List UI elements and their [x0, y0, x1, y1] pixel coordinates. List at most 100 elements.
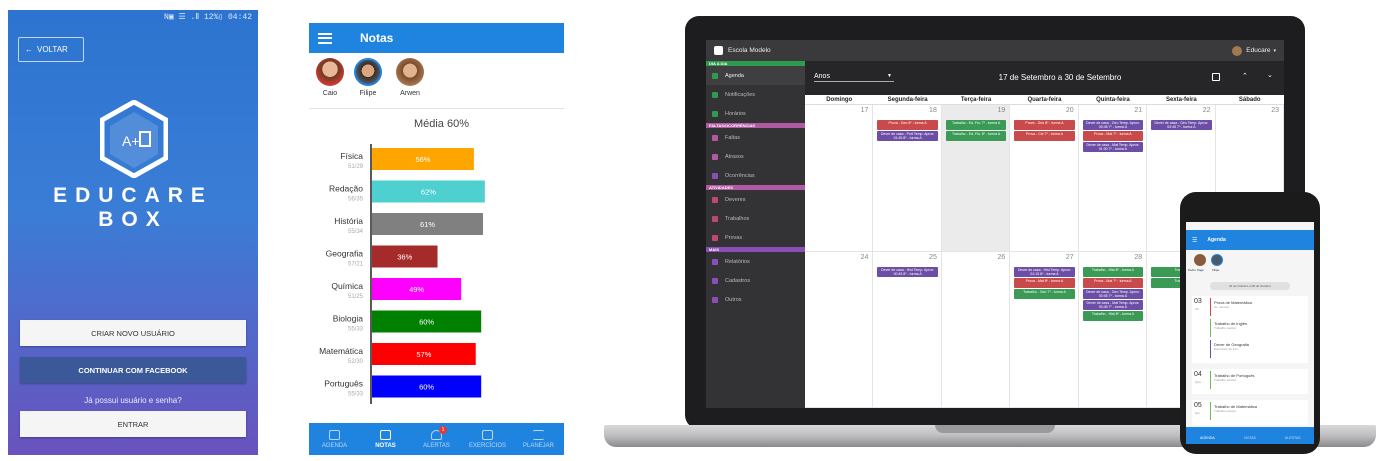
agenda-day-row: 04 Qua Trabalho de Português Trabalho parci…: [1192, 369, 1308, 394]
calendar-event[interactable]: Trabalho - Geo 7º - turma A: [1014, 289, 1075, 299]
calendar-event[interactable]: Dever de casa - Port Temp. Aprox: 01:45 …: [877, 131, 938, 141]
agenda-item-subtitle: Trabalho parcial: [1214, 409, 1236, 413]
calendar-event[interactable]: Dever de casa - Hist Temp. Aprox: 00:45 …: [877, 267, 938, 277]
calendar-event[interactable]: Prova - Geo 8º - turma A: [1014, 120, 1075, 130]
agenda-item[interactable]: Dever de Geografia Exercícios do livro: [1210, 340, 1304, 358]
mobile-title: Agenda: [1207, 237, 1226, 243]
account-question: Já possui usuário e senha?: [84, 396, 182, 405]
back-button[interactable]: ← VOLTAR: [18, 37, 84, 62]
chart-value-label: 49%: [409, 285, 424, 294]
sidebar-item-outros[interactable]: Outros: [706, 290, 805, 309]
sidebar-item-deveres[interactable]: Deveres: [706, 190, 805, 209]
sidebar-item-agenda[interactable]: Agenda: [706, 66, 805, 85]
sidebar-item-relatorios[interactable]: Relatórios: [706, 252, 805, 271]
calendar-day-cell[interactable]: 24: [805, 252, 874, 408]
chevron-down-icon[interactable]: ⌄: [1267, 71, 1273, 79]
calendar-event[interactable]: Trabalho - Hist 8º - turma A: [1082, 311, 1144, 321]
sidebar-item-label: Notificações: [725, 91, 755, 98]
calendar-event[interactable]: Dever de casa - Hist Temp. Aprox: 01:15 …: [1014, 267, 1075, 277]
avatar-filipe[interactable]: [354, 58, 382, 86]
sidebar-item-provas[interactable]: Provas: [706, 228, 805, 247]
view-select[interactable]: Anos ▼: [814, 73, 894, 82]
nav-agenda[interactable]: AGENDA: [309, 423, 360, 455]
grade-average: Média 60%: [413, 118, 470, 130]
facebook-button[interactable]: CONTINUAR COM FACEBOOK: [20, 357, 246, 383]
calendar-event[interactable]: Prova - Mat 7º - turma A: [1082, 278, 1144, 288]
nav-exercicios[interactable]: EXERCÍCIOS: [462, 423, 513, 455]
mobile-avatar-pedro[interactable]: [1194, 254, 1206, 266]
chevron-up-icon[interactable]: ⌃: [1242, 72, 1248, 80]
sidebar-item-atrasos[interactable]: Atrasos: [706, 147, 805, 166]
calendar-icon[interactable]: [1212, 73, 1220, 81]
nav-planejar[interactable]: PLANEJAR: [513, 423, 564, 455]
sidebar-item-notificacoes[interactable]: Notificações: [706, 85, 805, 104]
calendar-event[interactable]: Prova - Mat 8º - turma A: [1014, 278, 1075, 288]
nav-notas[interactable]: NOTAS: [360, 423, 411, 455]
calendar-event[interactable]: Trabalho - Ed. Fís. 8º - turma A: [945, 131, 1007, 141]
mobile-nav-alertas[interactable]: ALERTAS: [1271, 427, 1314, 444]
agenda-item[interactable]: Trabalho de Português Trabalho parcial: [1210, 371, 1304, 389]
status-bar: N▣ ☰ .Ⅱ 12%▯ 04:42: [164, 13, 252, 22]
sidebar-item-label: Cadastros: [725, 277, 751, 284]
calendar-range: 17 de Setembro a 30 de Setembro: [998, 73, 1122, 82]
calendar-event[interactable]: Trabalho - Hist 8º - turma A: [1082, 267, 1144, 277]
calendar-day-cell[interactable]: 26: [941, 252, 1011, 408]
nav-alertas[interactable]: 1 ALERTAS: [411, 423, 462, 455]
weekday-label: Quinta-feira: [1096, 97, 1130, 103]
enter-button[interactable]: ENTRAR: [20, 411, 246, 437]
calendar-event[interactable]: Dever de casa - Geo Temp. Aprox: 00:45 7…: [1151, 120, 1212, 130]
brand-line2: BOX: [98, 208, 168, 231]
calendar-event[interactable]: Prova - Mat 7º - turma A: [1082, 131, 1144, 141]
sidebar-item-label: Faltas: [725, 134, 740, 141]
school-logo-icon: [714, 46, 723, 55]
agenda-item[interactable]: Prova de Matemática Av. mensal: [1210, 298, 1304, 316]
chevron-down-icon[interactable]: ▾: [1273, 48, 1276, 54]
sidebar-item-label: Deveres: [725, 196, 746, 203]
avatar-caio[interactable]: [316, 58, 344, 86]
menu-icon[interactable]: ☰: [1192, 237, 1197, 244]
user-avatar[interactable]: [1232, 45, 1243, 56]
view-select-value: Anos: [814, 73, 830, 80]
agenda-day-row: 03 Ter Prova de Matemática Av. mensal Trabal…: [1192, 296, 1308, 363]
agenda-item[interactable]: Trabalho de Matemática Trabalho parcial: [1210, 402, 1304, 420]
student-name-arwen: Arwen: [400, 90, 420, 97]
calendar-event[interactable]: Dever de casa - Mat Temp. Aprox: 00:45 7…: [1082, 300, 1144, 310]
sidebar-item-cadastros[interactable]: Cadastros: [706, 271, 805, 290]
sidebar-item-label: Provas: [725, 234, 743, 241]
mobile-nav-agenda[interactable]: AGENDA: [1186, 427, 1229, 444]
sidebar-item-icon: [712, 72, 718, 79]
web-top-bar: Escola Modelo Educare ▾: [706, 40, 1284, 61]
avatar-arwen[interactable]: [396, 58, 424, 86]
agenda-day-number: 04: [1194, 371, 1202, 378]
nav-exercicios-label: EXERCÍCIOS: [468, 442, 506, 449]
menu-icon[interactable]: [318, 30, 332, 46]
calendar-event[interactable]: Dever de casa - Geo Temp. Aprox: 00:45 7…: [1082, 289, 1144, 299]
calendar-event[interactable]: Dever de casa - Geo Temp. Aprox: 00:45 7…: [1082, 120, 1144, 130]
user-name[interactable]: Educare: [1246, 47, 1270, 54]
sidebar-item-horarios[interactable]: Horários: [706, 104, 805, 123]
create-user-button[interactable]: CRIAR NOVO USUÁRIO: [20, 320, 246, 346]
mobile-avatar-filipe[interactable]: [1211, 254, 1223, 266]
calendar-event[interactable]: Prova - Cie 7º - turma A: [1014, 131, 1075, 141]
sidebar-item-icon: [712, 234, 718, 241]
sidebar-item-faltas[interactable]: Faltas: [706, 128, 805, 147]
chart-value-label: 56%: [415, 155, 430, 164]
calendar-event[interactable]: Trabalho - Ed. Fís. 7º - turma A: [945, 120, 1007, 130]
sidebar-item-trabalhos[interactable]: Trabalhos: [706, 209, 805, 228]
agenda-weekday: Qua: [1195, 380, 1201, 384]
chart-category-label: Química: [331, 281, 363, 291]
sidebar-item-label: Agenda: [725, 72, 744, 79]
weekday-label: Segunda-feira: [887, 97, 928, 103]
calendar-event[interactable]: Dever de casa - Mat Temp. Aprox: 01:00 7…: [1082, 142, 1144, 152]
divider: [309, 108, 564, 109]
calendar-event[interactable]: Prova - Geo 8º - turma A: [877, 120, 938, 130]
agenda-item[interactable]: Trabalho de Inglês Trabalho parcial: [1210, 319, 1304, 337]
sidebar-item-ocorrencias[interactable]: Ocorrências: [706, 166, 805, 185]
agenda-item-subtitle: Trabalho parcial: [1214, 326, 1236, 330]
mobile-range: 01 de Outubro a 08 de Outubro: [1210, 282, 1290, 290]
calendar-day-cell[interactable]: 17: [805, 105, 874, 252]
sidebar-item-icon: [712, 91, 718, 98]
mobile-nav-notas[interactable]: NOTAS: [1229, 427, 1272, 444]
chart-sublabel: 55/33: [348, 327, 364, 333]
login-screen: N▣ ☰ .Ⅱ 12%▯ 04:42 ← VOLTAR A+ EDUCARE B…: [8, 10, 258, 455]
